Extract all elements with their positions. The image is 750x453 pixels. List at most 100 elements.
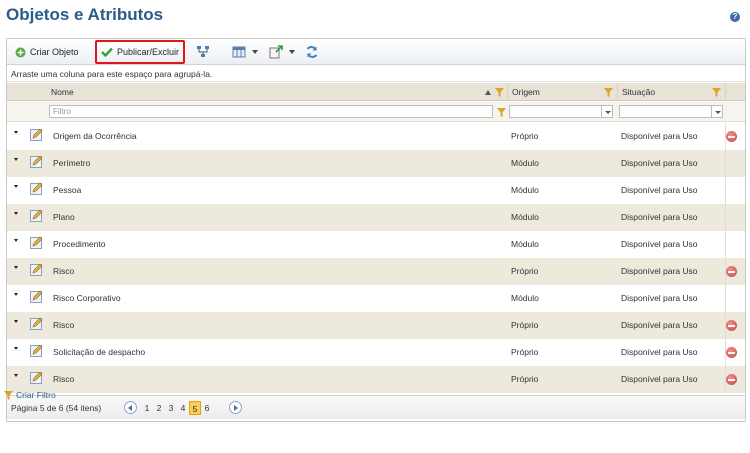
checkmark-icon	[101, 47, 113, 57]
delete-icon[interactable]	[726, 266, 737, 277]
pager: Página 5 de 6 (54 itens) 123456	[7, 395, 745, 419]
row-name: Origem da Ocorrência	[53, 131, 137, 141]
previous-page-button[interactable]	[124, 401, 137, 414]
edit-icon[interactable]	[30, 128, 43, 141]
row-status: Disponível para Uso	[621, 347, 698, 357]
page-number-5[interactable]: 5	[189, 401, 201, 415]
refresh-icon[interactable]	[305, 45, 319, 59]
edit-icon[interactable]	[30, 236, 43, 249]
caret-down-icon[interactable]	[14, 131, 18, 134]
page-title: Objetos e Atributos	[6, 5, 164, 24]
column-chooser-dropdown[interactable]	[252, 50, 258, 54]
edit-icon[interactable]	[30, 155, 43, 168]
row-name: Risco	[53, 266, 75, 276]
edit-icon[interactable]	[30, 182, 43, 195]
caret-down-icon[interactable]	[14, 185, 18, 188]
table-row[interactable]: Procedimento Módulo Disponível para Uso	[7, 231, 745, 258]
caret-down-icon[interactable]	[14, 266, 18, 269]
create-object-button[interactable]: Criar Objeto	[11, 42, 83, 62]
row-status: Disponível para Uso	[621, 266, 698, 276]
table-row[interactable]: Origem da Ocorrência Próprio Disponível pa…	[7, 123, 745, 150]
add-circle-icon	[15, 47, 26, 57]
column-header-name[interactable]: Nome	[47, 83, 507, 101]
funnel-icon	[4, 390, 13, 400]
rows-container: Origem da Ocorrência Próprio Disponível pa…	[7, 123, 745, 393]
table-row[interactable]: Risco Próprio Disponível para Uso	[7, 366, 745, 393]
sort-ascending-icon[interactable]	[485, 90, 491, 95]
column-header-actions	[725, 83, 745, 101]
chevron-down-icon[interactable]	[601, 105, 613, 118]
table-row[interactable]: Plano Módulo Disponível para Uso	[7, 204, 745, 231]
toolbar: Criar Objeto Publicar/Excluir	[7, 39, 745, 65]
caret-down-icon[interactable]	[14, 347, 18, 350]
funnel-icon[interactable]	[604, 88, 613, 97]
row-status: Disponível para Uso	[621, 131, 698, 141]
page-number-6[interactable]: 6	[201, 401, 213, 415]
row-origin: Próprio	[511, 266, 539, 276]
table-row[interactable]: Solicitação de despacho Próprio Disponível…	[7, 339, 745, 366]
table-row[interactable]: Risco Próprio Disponível para Uso	[7, 258, 745, 285]
column-chooser-icon[interactable]	[232, 45, 246, 59]
origin-filter-select[interactable]	[509, 105, 602, 118]
row-name: Perímetro	[53, 158, 91, 168]
edit-icon[interactable]	[30, 344, 43, 357]
caret-down-icon[interactable]	[14, 320, 18, 323]
row-status: Disponível para Uso	[621, 239, 698, 249]
column-header-origin[interactable]: Origem	[507, 83, 617, 101]
row-name: Procedimento	[53, 239, 106, 249]
edit-icon[interactable]	[30, 209, 43, 222]
group-by-area[interactable]: Arraste uma coluna para este espaço para…	[7, 66, 745, 82]
page-number-2[interactable]: 2	[153, 401, 165, 415]
row-origin: Módulo	[511, 185, 539, 195]
page-number-1[interactable]: 1	[141, 401, 153, 415]
row-origin: Módulo	[511, 158, 539, 168]
column-header-origin-label: Origem	[512, 87, 540, 97]
delete-icon[interactable]	[726, 374, 737, 385]
caret-down-icon[interactable]	[14, 239, 18, 242]
funnel-icon[interactable]	[495, 88, 504, 97]
edit-icon[interactable]	[30, 290, 43, 303]
page-number-3[interactable]: 3	[165, 401, 177, 415]
row-status: Disponível para Uso	[621, 158, 698, 168]
caret-down-icon[interactable]	[14, 374, 18, 377]
row-origin: Módulo	[511, 239, 539, 249]
status-filter-select[interactable]	[619, 105, 712, 118]
filter-row: Filtro	[7, 102, 745, 122]
edit-icon[interactable]	[30, 263, 43, 276]
delete-icon[interactable]	[726, 347, 737, 358]
funnel-icon[interactable]	[712, 88, 721, 97]
caret-down-icon[interactable]	[14, 212, 18, 215]
export-dropdown[interactable]	[289, 50, 295, 54]
table-row[interactable]: Risco Corporativo Módulo Disponível para U…	[7, 285, 745, 312]
row-name: Plano	[53, 212, 75, 222]
next-page-button[interactable]	[229, 401, 242, 414]
edit-icon[interactable]	[30, 371, 43, 384]
caret-down-icon[interactable]	[14, 293, 18, 296]
delete-icon[interactable]	[726, 320, 737, 331]
edit-icon[interactable]	[30, 317, 43, 330]
row-status: Disponível para Uso	[621, 293, 698, 303]
page-number-4[interactable]: 4	[177, 401, 189, 415]
row-name: Pessoa	[53, 185, 82, 195]
table-row[interactable]: Risco Próprio Disponível para Uso	[7, 312, 745, 339]
export-icon[interactable]	[269, 45, 283, 59]
table-row[interactable]: Pessoa Módulo Disponível para Uso	[7, 177, 745, 204]
create-filter-link[interactable]: Criar Filtro	[4, 390, 56, 400]
help-icon[interactable]: ?	[730, 12, 740, 22]
hierarchy-icon[interactable]	[196, 45, 210, 59]
name-filter-input[interactable]: Filtro	[49, 105, 493, 118]
row-status: Disponível para Uso	[621, 320, 698, 330]
caret-down-icon[interactable]	[14, 158, 18, 161]
row-origin: Módulo	[511, 212, 539, 222]
row-status: Disponível para Uso	[621, 212, 698, 222]
table-row[interactable]: Perímetro Módulo Disponível para Uso	[7, 150, 745, 177]
funnel-icon[interactable]	[497, 108, 506, 117]
delete-icon[interactable]	[726, 131, 737, 142]
column-header-status[interactable]: Situação	[617, 83, 725, 101]
row-origin: Próprio	[511, 347, 539, 357]
row-origin: Próprio	[511, 374, 539, 384]
publish-delete-button[interactable]: Publicar/Excluir	[95, 40, 186, 64]
create-object-label: Criar Objeto	[30, 47, 79, 57]
column-header-name-label: Nome	[51, 87, 74, 97]
chevron-down-icon[interactable]	[711, 105, 723, 118]
